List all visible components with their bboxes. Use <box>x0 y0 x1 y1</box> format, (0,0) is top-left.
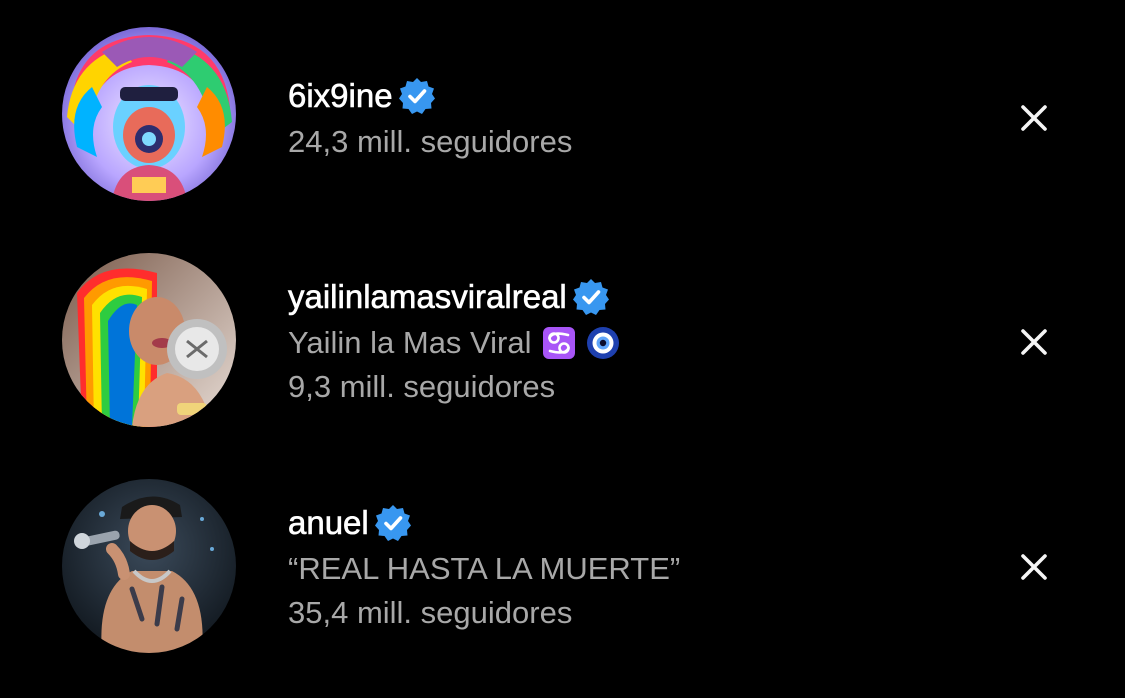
suggested-accounts-list: 6ix9ine 24,3 mill. seguidores yailinlama… <box>0 0 1125 698</box>
verified-badge-icon <box>571 277 611 317</box>
display-name-line: Yailin la Mas Viral <box>288 321 968 365</box>
username-line: anuel <box>288 499 968 547</box>
account-info: yailinlamasviralreal Yailin la Mas Viral <box>288 273 968 409</box>
account-info: anuel “REAL HASTA LA MUERTE” 35,4 mill. … <box>288 499 968 635</box>
dismiss-button[interactable] <box>1014 98 1054 138</box>
dismiss-button[interactable] <box>1014 547 1054 587</box>
display-name: “REAL HASTA LA MUERTE” <box>288 551 681 586</box>
account-info: 6ix9ine 24,3 mill. seguidores <box>288 72 968 164</box>
username[interactable]: anuel <box>288 504 369 542</box>
avatar[interactable] <box>62 27 236 201</box>
username[interactable]: 6ix9ine <box>288 77 393 115</box>
verified-badge-icon <box>397 76 437 116</box>
rainbow-hair-woman-avatar-icon <box>62 253 236 427</box>
rainbow-hair-avatar-icon <box>62 27 236 201</box>
list-item[interactable]: anuel “REAL HASTA LA MUERTE” 35,4 mill. … <box>0 466 1125 666</box>
cancer-zodiac-icon <box>542 326 576 360</box>
display-name: Yailin la Mas Viral <box>288 325 532 360</box>
list-item[interactable]: 6ix9ine 24,3 mill. seguidores <box>0 14 1125 214</box>
avatar[interactable] <box>62 479 236 653</box>
list-item[interactable]: yailinlamasviralreal Yailin la Mas Viral <box>0 240 1125 440</box>
followers-count: 24,3 mill. seguidores <box>288 124 573 159</box>
followers-count: 9,3 mill. seguidores <box>288 369 556 404</box>
username[interactable]: yailinlamasviralreal <box>288 278 567 316</box>
username-line: yailinlamasviralreal <box>288 273 968 321</box>
close-icon <box>1021 105 1047 131</box>
close-icon <box>1021 329 1047 355</box>
followers-count: 35,4 mill. seguidores <box>288 595 573 630</box>
avatar[interactable] <box>62 253 236 427</box>
username-line: 6ix9ine <box>288 72 968 120</box>
dismiss-button[interactable] <box>1014 322 1054 362</box>
nazar-eye-icon <box>586 326 620 360</box>
verified-badge-icon <box>373 503 413 543</box>
singer-with-microphone-avatar-icon <box>62 479 236 653</box>
close-icon <box>1021 554 1047 580</box>
